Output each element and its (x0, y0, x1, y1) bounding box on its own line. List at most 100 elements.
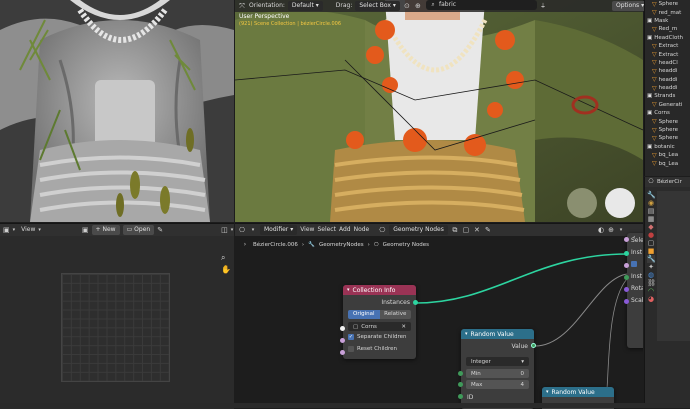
view-mode-icon[interactable]: ◫ (221, 226, 228, 234)
chevron-down-icon[interactable]: ▾ (38, 226, 41, 234)
value-output-socket[interactable] (531, 343, 536, 348)
image-editor-header: ▣ ▾ View ▾ ▣ + New ▭ Open ✎ ◫ ▾ (0, 224, 234, 236)
outliner-object-row[interactable]: ▽ bq_Lea (645, 151, 690, 159)
chevron-down-icon[interactable]: ▾ (13, 226, 16, 234)
outliner-object-row[interactable]: ▽ headdi (645, 67, 690, 75)
outliner-object-row[interactable]: ▽ bq_Lea (645, 159, 690, 167)
outliner-object-row[interactable]: ▽ Sphere (645, 126, 690, 134)
data-icon[interactable]: ◠ (647, 287, 655, 295)
original-mode-button[interactable]: Original (348, 310, 380, 319)
material-icon[interactable]: ◕ (647, 295, 655, 303)
viewport-render[interactable]: ⤧ Orientation: Default ▾ Drag: Select Bo… (235, 0, 643, 222)
collection-input-socket[interactable] (340, 326, 345, 331)
zoom-icon[interactable]: ⌕ (221, 253, 225, 263)
instance-input-socket[interactable] (624, 251, 629, 256)
reset-children-socket[interactable] (340, 350, 345, 355)
pivot-icon[interactable]: ⊙ (403, 2, 411, 10)
new-image-button[interactable]: + New (91, 225, 120, 235)
image-editor[interactable]: ▣ ▾ View ▾ ▣ + New ▭ Open ✎ ◫ ▾ ⌕ ✋ (0, 223, 234, 409)
outliner-object-row[interactable]: ▽ headdi (645, 84, 690, 92)
close-icon[interactable]: ✕ (401, 324, 406, 330)
pin-icon[interactable]: ✎ (157, 226, 163, 234)
outliner-collection-row[interactable]: ▣ botanic (645, 143, 690, 151)
snap-icon[interactable]: ⊕ (414, 2, 422, 10)
render-icon[interactable]: ◉ (647, 199, 655, 207)
particles-icon[interactable]: ✦ (647, 263, 655, 271)
object-icon[interactable]: ■ (647, 247, 655, 255)
view-layer-icon[interactable]: ▦ (647, 215, 655, 223)
collection-info-header[interactable]: ▾ Collection Info (343, 285, 416, 295)
outliner-object-row[interactable]: ▽ Sphere (645, 117, 690, 125)
id-input-socket[interactable] (458, 394, 463, 399)
options-button[interactable]: Options ▾ (612, 1, 649, 11)
open-image-button[interactable]: ▭ Open (122, 225, 155, 235)
checkbox-checked-icon[interactable]: ✓ (348, 334, 354, 340)
relative-mode-button[interactable]: Relative (379, 310, 411, 319)
data-type-dropdown[interactable]: Integer ▾ (466, 357, 529, 366)
outliner-search[interactable]: ⌕ fabric (426, 0, 537, 10)
separate-children-socket[interactable] (340, 338, 345, 343)
outliner-object-row[interactable]: ▽ red_mat (645, 8, 690, 16)
hand-icon[interactable]: ✋ (221, 265, 231, 274)
instances-output-socket[interactable] (413, 300, 418, 305)
selection-input-socket[interactable] (624, 237, 629, 242)
separate-children-checkbox[interactable]: ✓ Separate Children (348, 334, 407, 340)
max-field[interactable]: Max 4 (466, 380, 529, 389)
collection-icon[interactable]: ▢ (647, 239, 655, 247)
image-canvas-grid[interactable] (61, 273, 170, 382)
filter-icon[interactable]: ⏚ (538, 1, 548, 10)
chevron-down-icon[interactable]: ▾ (546, 389, 549, 395)
tool-icon[interactable]: 🔧 (647, 191, 656, 199)
checkbox-checked-icon[interactable] (631, 261, 637, 267)
rotation-input-socket[interactable] (624, 287, 629, 292)
image-browse-icon[interactable]: ▣ (82, 226, 89, 234)
outliner-object-row[interactable]: ▽ Red_m (645, 25, 690, 33)
outliner-collection-row[interactable]: ▣ Mask (645, 17, 690, 25)
node-input-row: Scal (631, 297, 643, 304)
random-value-header[interactable]: ▾ Random Value (461, 329, 534, 339)
outliner-collection-row[interactable]: ▣ HeadCloth (645, 34, 690, 42)
chevron-down-icon[interactable]: ▾ (231, 226, 234, 234)
random-value-2-header[interactable]: ▾ Random Value (542, 387, 614, 397)
scene-icon[interactable]: ◆ (647, 223, 655, 231)
scale-input-socket[interactable] (624, 299, 629, 304)
transform-icon[interactable]: ⤧ (238, 2, 246, 10)
outliner-collection-row[interactable]: ▣ Corns (645, 109, 690, 117)
outliner-object-row[interactable]: ▽ headdi (645, 76, 690, 84)
outliner-object-row[interactable]: ▽ Extract (645, 42, 690, 50)
chevron-down-icon[interactable]: ▾ (347, 287, 350, 293)
view-menu[interactable]: View (21, 226, 35, 234)
outliner-object-row[interactable]: ▽ headCl (645, 59, 690, 67)
instance-on-points-node[interactable]: Sele Inst Inst Rota Scal (627, 233, 643, 348)
max-input-socket[interactable] (458, 382, 463, 387)
search-input[interactable]: fabric (439, 1, 456, 9)
editor-type-icon[interactable]: ▣ (3, 226, 10, 234)
random-value-node[interactable]: ▾ Random Value Value Integer ▾ Min 0 Max… (461, 329, 534, 409)
reset-children-checkbox[interactable]: Reset Children (348, 346, 397, 352)
outliner-object-row[interactable]: ▽ Extract (645, 50, 690, 58)
outliner-object-row[interactable]: ▽ Generati (645, 101, 690, 109)
physics-icon[interactable]: ◍ (647, 271, 655, 279)
world-icon[interactable]: ● (647, 231, 655, 239)
select-mode-value: Select Box (359, 2, 391, 9)
chevron-down-icon[interactable]: ▾ (465, 331, 468, 337)
min-field[interactable]: Min 0 (466, 369, 529, 378)
collection-info-node[interactable]: ▾ Collection Info Instances Original Rel… (343, 285, 416, 359)
checkbox-unchecked-icon[interactable] (348, 346, 354, 352)
node-editor[interactable]: ⎔ ▾ Modifier ▾ View Select Add Node ⎔ Ge… (235, 223, 643, 409)
pick-instance-socket[interactable] (624, 263, 629, 268)
output-icon[interactable]: ▤ (647, 207, 655, 215)
modifier-icon[interactable]: 🔧 (647, 255, 656, 263)
orientation-dropdown[interactable]: Default ▾ (287, 1, 323, 11)
node-editor-sidebar-toggle[interactable]: ‹ (633, 234, 641, 241)
collection-field[interactable]: ▢ Corns ✕ (348, 322, 411, 331)
outliner-object-row[interactable]: ▽ Sphere (645, 0, 690, 8)
constraints-icon[interactable]: ⛓ (647, 279, 656, 287)
outliner-object-row[interactable]: ▽ Sphere (645, 134, 690, 142)
viewport-solid[interactable] (0, 0, 234, 222)
instance-index-socket[interactable] (624, 275, 629, 280)
select-mode-dropdown[interactable]: Select Box ▾ (355, 1, 400, 11)
min-input-socket[interactable] (458, 371, 463, 376)
outliner-item-label: bq_Lea (658, 152, 679, 159)
outliner-collection-row[interactable]: ▣ Strands (645, 92, 690, 100)
